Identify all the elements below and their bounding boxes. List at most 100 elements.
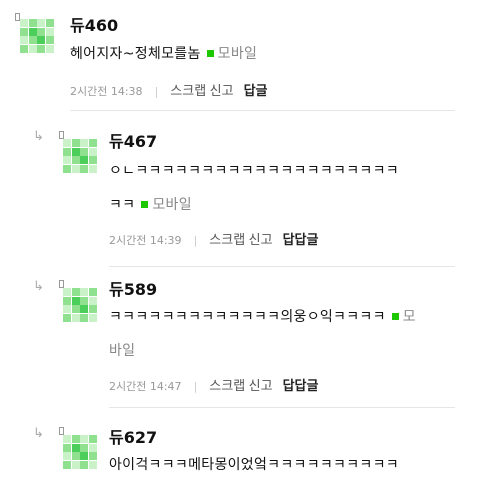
level-badge-icon (59, 427, 64, 435)
device-label-part-2: 바일 (109, 343, 136, 359)
avatar-pixel (63, 147, 71, 156)
avatar-pixel (88, 460, 97, 469)
comment-item: 듀460 헤어지자~정체모를놈 모바일 2시간전 14:38 | 스크랩 신고 답글 (0, 0, 480, 110)
avatar-pixel (88, 156, 97, 164)
avatar-pixel (80, 443, 88, 452)
avatar-pixel (37, 27, 45, 36)
scrap-button[interactable]: 스크랩 (209, 233, 245, 248)
divider-bar: | (154, 85, 159, 98)
avatar-pixel (37, 19, 45, 27)
avatar[interactable] (63, 435, 97, 469)
avatar-pixel (71, 305, 80, 313)
comment-text-content: ㅋㅋ (109, 197, 136, 213)
avatar-pixel (63, 460, 71, 469)
avatar-pixel (80, 156, 88, 164)
avatar-pixel (71, 147, 80, 156)
avatar-pixel (88, 139, 97, 147)
avatar-pixel (71, 452, 80, 460)
scrap-button[interactable]: 스크랩 (209, 379, 245, 394)
device-label: 모바일 (217, 46, 258, 62)
avatar-pixel (63, 156, 71, 164)
avatar-pixel (45, 19, 54, 27)
report-button[interactable]: 신고 (249, 233, 273, 248)
avatar-pixel (71, 460, 80, 469)
device-label-part: 모 (402, 309, 416, 325)
avatar-pixel (88, 288, 97, 296)
avatar-pixel (88, 296, 97, 305)
avatar-pixel (71, 435, 80, 443)
avatar-pixel (80, 305, 88, 313)
mobile-icon (141, 201, 149, 208)
avatar-pixel (88, 164, 97, 173)
avatar-pixel (63, 313, 71, 322)
comment-item: ↳ 듀627 아이걱ㅋㅋㅋ메타몽이었엌ㅋㅋㅋㅋㅋㅋㅋㅋㅋㅋ (0, 410, 480, 481)
avatar-pixel (71, 296, 80, 305)
avatar-pixel (80, 296, 88, 305)
avatar-pixel (71, 443, 80, 452)
avatar[interactable] (63, 288, 97, 322)
comment-text-line: ㅇㄴㅋㅋㅋㅋㅋㅋㅋㅋㅋㅋㅋㅋㅋㅋㅋㅋㅋㅋㅋㅋ (109, 163, 399, 179)
comment-text-line-2: ㅋㅋ 모바일 (109, 188, 469, 222)
comment-meta: 2시간전 14:39 | 스크랩 신고 답답글 (109, 229, 318, 248)
avatar[interactable] (20, 19, 54, 53)
comment-text: 헤어지자~정체모를놈 모바일 (70, 37, 470, 71)
avatar-pixel (28, 27, 37, 36)
avatar-pixel (80, 435, 88, 443)
reply-button[interactable]: 답답글 (283, 233, 319, 248)
comment-text-line: ㅋㅋㅋㅋㅋㅋㅋㅋㅋㅋㅋㅋㅋ의웅ㅇ익ㅋㅋㅋㅋ 모 (109, 300, 469, 334)
avatar[interactable] (63, 139, 97, 173)
nickname[interactable]: 듀627 (109, 424, 157, 448)
nickname[interactable]: 듀460 (70, 12, 118, 36)
comment-text-line: 아이걱ㅋㅋㅋ메타몽이었엌ㅋㅋㅋㅋㅋㅋㅋㅋㅋㅋ (109, 457, 399, 473)
report-button[interactable]: 신고 (210, 84, 234, 99)
avatar-pixel (71, 164, 80, 173)
mobile-icon (391, 313, 399, 320)
avatar-pixel (20, 19, 28, 27)
avatar-pixel (63, 164, 71, 173)
comment-text: 아이걱ㅋㅋㅋ메타몽이었엌ㅋㅋㅋㅋㅋㅋㅋㅋㅋㅋ (109, 448, 469, 482)
reply-button[interactable]: 답글 (244, 84, 268, 99)
divider (109, 266, 455, 267)
timestamp: 2시간전 14:47 (109, 380, 182, 393)
level-badge-icon (59, 280, 64, 288)
avatar-pixel (20, 36, 28, 44)
comment-meta: 2시간전 14:38 | 스크랩 신고 답글 (70, 80, 268, 99)
avatar-pixel (45, 36, 54, 44)
avatar-pixel (80, 288, 88, 296)
timestamp: 2시간전 14:38 (70, 85, 143, 98)
avatar-pixel (45, 44, 54, 53)
mobile-icon (206, 50, 214, 57)
avatar-pixel (88, 435, 97, 443)
nickname[interactable]: 듀589 (109, 276, 157, 300)
avatar-pixel (80, 460, 88, 469)
nickname[interactable]: 듀467 (109, 128, 157, 152)
avatar-pixel (63, 305, 71, 313)
comment-text-content: 헤어지자~정체모를놈 (70, 46, 201, 62)
avatar-pixel (88, 305, 97, 313)
avatar-pixel (88, 313, 97, 322)
avatar-pixel (63, 288, 71, 296)
avatar-pixel (28, 19, 37, 27)
avatar-pixel (71, 313, 80, 322)
comment-text: ㅋㅋㅋㅋㅋㅋㅋㅋㅋㅋㅋㅋㅋ의웅ㅇ익ㅋㅋㅋㅋ 모 바일 (109, 300, 469, 368)
avatar-pixel (37, 44, 45, 53)
comment-item: ↳ 듀589 ㅋㅋㅋㅋㅋㅋㅋㅋㅋㅋㅋㅋㅋ의웅ㅇ익ㅋㅋㅋㅋ 모 바일 2시간전 14… (0, 268, 480, 408)
avatar-pixel (80, 313, 88, 322)
timestamp: 2시간전 14:39 (109, 234, 182, 247)
report-button[interactable]: 신고 (249, 379, 273, 394)
avatar-pixel (63, 452, 71, 460)
avatar-pixel (80, 452, 88, 460)
scrap-button[interactable]: 스크랩 (170, 84, 206, 99)
avatar-pixel (63, 296, 71, 305)
level-badge-icon (59, 131, 64, 139)
avatar-pixel (71, 288, 80, 296)
reply-button[interactable]: 답답글 (283, 379, 319, 394)
comment-text: ㅇㄴㅋㅋㅋㅋㅋㅋㅋㅋㅋㅋㅋㅋㅋㅋㅋㅋㅋㅋㅋㅋ ㅋㅋ 모바일 (109, 154, 469, 222)
comment-item: ↳ 듀467 ㅇㄴㅋㅋㅋㅋㅋㅋㅋㅋㅋㅋㅋㅋㅋㅋㅋㅋㅋㅋㅋㅋ ㅋㅋ 모바일 2시간전… (0, 112, 480, 262)
avatar-pixel (28, 36, 37, 44)
reply-arrow-icon: ↳ (33, 426, 44, 441)
avatar-pixel (80, 164, 88, 173)
avatar-pixel (20, 27, 28, 36)
comment-text-content: ㅋㅋㅋㅋㅋㅋㅋㅋㅋㅋㅋㅋㅋ의웅ㅇ익ㅋㅋㅋㅋ (109, 309, 386, 325)
avatar-pixel (88, 443, 97, 452)
